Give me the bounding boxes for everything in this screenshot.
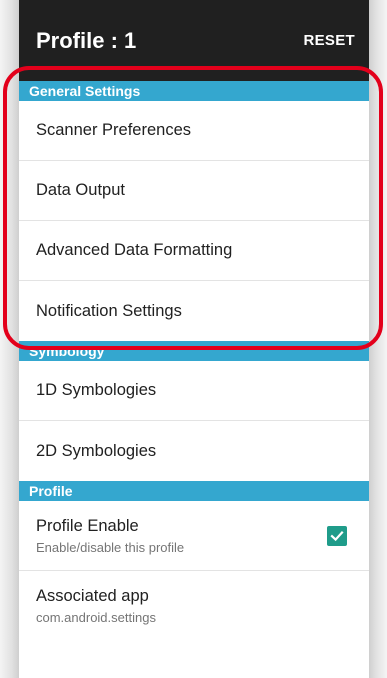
menu-item-1d-symbologies[interactable]: 1D Symbologies	[19, 361, 369, 421]
page-title: Profile : 1	[36, 27, 137, 53]
profile-enable-title: Profile Enable	[36, 516, 139, 535]
reset-button[interactable]: RESET	[303, 32, 355, 49]
associated-app-row[interactable]: Associated app com.android.settings	[19, 571, 369, 641]
page: Profile : 1 RESET General Settings Scann…	[0, 0, 387, 678]
menu-item-2d-symbologies[interactable]: 2D Symbologies	[19, 421, 369, 481]
associated-app-summary: com.android.settings	[36, 610, 156, 625]
profile-enable-texts: Profile Enable Enable/disable this profi…	[36, 517, 184, 555]
app-bar: Profile : 1 RESET	[19, 0, 369, 81]
section-header-general: General Settings	[19, 81, 369, 101]
menu-item-advanced-data-formatting[interactable]: Advanced Data Formatting	[19, 221, 369, 281]
associated-app-title: Associated app	[36, 587, 149, 605]
settings-screen: Profile : 1 RESET General Settings Scann…	[19, 0, 369, 678]
section-header-profile: Profile	[19, 481, 369, 501]
profile-enable-row[interactable]: Profile Enable Enable/disable this profi…	[19, 501, 369, 571]
menu-item-data-output[interactable]: Data Output	[19, 161, 369, 221]
profile-enable-summary: Enable/disable this profile	[36, 539, 185, 555]
menu-item-scanner-preferences[interactable]: Scanner Preferences	[19, 101, 369, 161]
check-icon	[330, 530, 344, 541]
menu-item-notification-settings[interactable]: Notification Settings	[19, 281, 369, 341]
device-frame-right	[369, 0, 387, 678]
associated-app-texts: Associated app com.android.settings	[36, 587, 156, 625]
profile-enable-checkbox[interactable]	[327, 525, 347, 546]
device-frame-left	[0, 0, 19, 678]
section-header-symbology: Symbology	[19, 341, 369, 361]
